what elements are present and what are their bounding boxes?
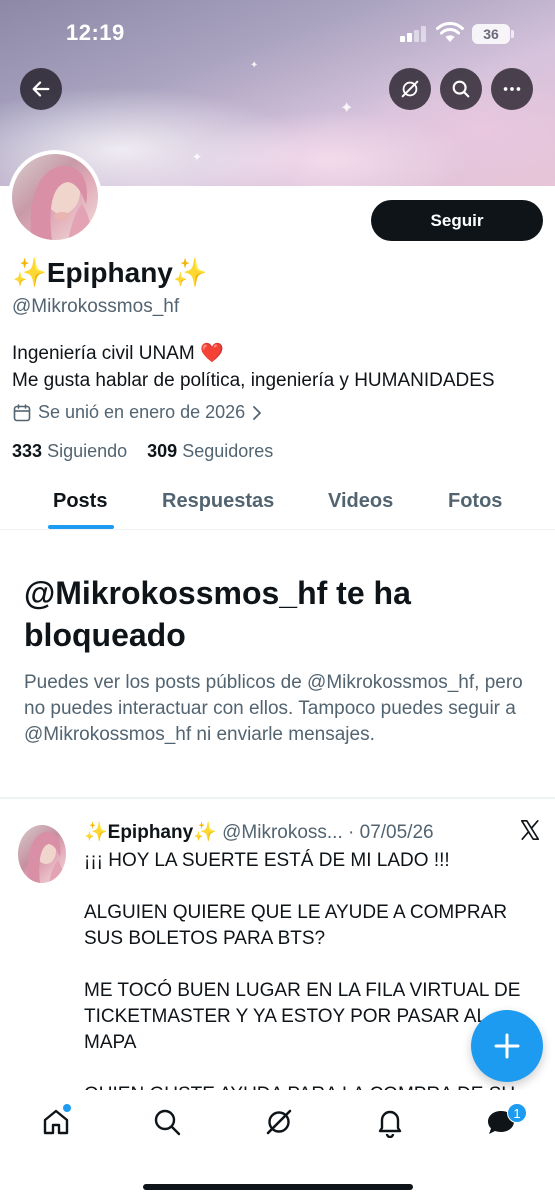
post-text[interactable]: ¡¡¡ HOY LA SUERTE ESTÁ DE MI LADO !!! AL… (84, 848, 534, 1090)
followers-label: Seguidores (182, 441, 274, 461)
search-button[interactable] (440, 68, 482, 110)
bio-line: Ingeniería civil UNAM ❤️ (12, 343, 224, 364)
blocked-description: Puedes ver los posts públicos de @Mikrok… (24, 672, 523, 745)
chevron-right-icon (253, 405, 262, 420)
follow-stats: 333 Siguiendo 309 Seguidores (12, 441, 273, 462)
grok-icon (401, 80, 419, 98)
status-time: 12:19 (66, 20, 125, 45)
home-indicator (143, 1184, 413, 1190)
plus-icon (494, 1033, 520, 1059)
profile-tabs: Posts Respuestas Videos Fotos (0, 474, 555, 530)
nav-search[interactable] (151, 1106, 183, 1138)
tab-videos[interactable]: Videos (328, 490, 393, 513)
messages-badge: 1 (507, 1103, 527, 1123)
joined-text: Se unió en enero de 2026 (38, 402, 246, 422)
divider (0, 797, 555, 799)
post-avatar[interactable] (18, 825, 66, 883)
arrow-left-icon (32, 81, 50, 97)
tab-photos[interactable]: Fotos (448, 490, 502, 513)
wifi-icon (436, 22, 464, 42)
following-count: 333 (12, 441, 43, 461)
avatar-photo (27, 831, 64, 883)
grok-button[interactable] (389, 68, 431, 110)
signal-icon (400, 26, 428, 42)
follow-button[interactable]: Seguir (371, 200, 543, 241)
compose-post-button[interactable] (471, 1010, 543, 1082)
avatar-photo (30, 165, 91, 240)
sparkle-decoration: ✦ (340, 100, 354, 117)
joined-date[interactable]: Se unió en enero de 2026 (12, 402, 263, 423)
status-bar: 12:19 36 (0, 0, 555, 66)
following-link[interactable]: 333 Siguiendo (12, 441, 127, 461)
post-author-handle[interactable]: @Mikrokoss... (222, 822, 343, 843)
x-logo-icon (520, 820, 540, 840)
profile-avatar[interactable] (8, 150, 102, 244)
post-header: ✨Epiphany✨ @Mikrokoss... · 07/05/26 (84, 820, 434, 844)
active-tab-indicator (48, 525, 114, 529)
more-horizontal-icon (503, 87, 521, 91)
profile-bio: Ingeniería civil UNAM ❤️ Me gusta hablar… (12, 340, 495, 394)
profile-handle: @Mikrokossmos_hf (12, 296, 180, 317)
following-label: Siguiendo (47, 441, 128, 461)
nav-grok[interactable] (263, 1106, 295, 1138)
search-icon (452, 80, 470, 98)
bio-line: Me gusta hablar de política, ingeniería … (12, 370, 495, 391)
sparkle-decoration: ✦ (192, 150, 203, 164)
notifications-icon (378, 1110, 402, 1139)
search-icon (154, 1109, 181, 1136)
followers-count: 309 (147, 441, 178, 461)
tab-replies[interactable]: Respuestas (162, 490, 274, 513)
back-button[interactable] (20, 68, 62, 110)
display-name: ✨Epiphany✨ (12, 257, 208, 288)
nav-notifications[interactable] (374, 1106, 406, 1139)
grok-icon (266, 1109, 292, 1135)
post-date[interactable]: · 07/05/26 (348, 822, 434, 843)
battery-indicator: 36 (472, 24, 510, 44)
followers-link[interactable]: 309 Seguidores (147, 441, 273, 461)
more-options-button[interactable] (491, 68, 533, 110)
blocked-title: @Mikrokossmos_hf te ha bloqueado (24, 575, 411, 653)
tab-posts[interactable]: Posts (53, 490, 107, 513)
battery-tip (511, 30, 514, 38)
post-author-name[interactable]: ✨Epiphany✨ (84, 822, 217, 843)
home-unread-dot (63, 1104, 71, 1112)
calendar-icon (13, 403, 31, 421)
